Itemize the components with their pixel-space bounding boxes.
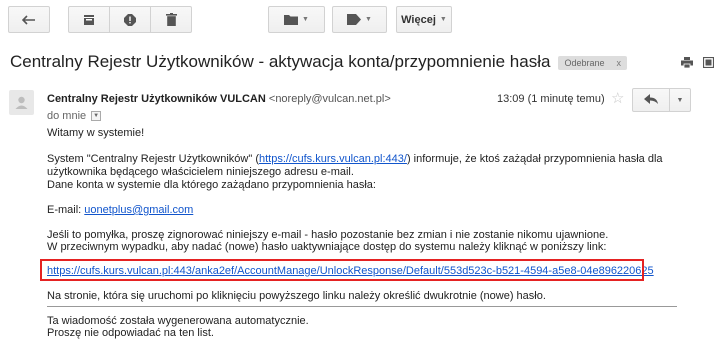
more-button[interactable]: Więcej ▼ xyxy=(396,6,452,33)
reply-button[interactable] xyxy=(632,88,670,112)
more-actions-button[interactable]: ▼ xyxy=(669,88,691,112)
signature-divider xyxy=(47,306,677,307)
archive-icon xyxy=(83,14,95,26)
archive-button[interactable] xyxy=(68,6,110,33)
account-email-line: E-mail: uonetplus@gmail.com xyxy=(47,204,193,216)
footer-line-2: Proszę nie odpowiadać na ten list. xyxy=(47,327,214,339)
sender-line: Centralny Rejestr Użytkowników VULCAN <n… xyxy=(47,93,391,105)
sender-name[interactable]: Centralny Rejestr Użytkowników VULCAN xyxy=(47,93,266,105)
back-button[interactable] xyxy=(8,6,50,33)
sender-email: <noreply@vulcan.net.pl> xyxy=(268,93,391,105)
label-tag-icon xyxy=(347,14,362,25)
remove-label-icon[interactable]: x xyxy=(616,58,621,68)
body-paragraph-1-line-3: Dane konta w systemie dla którego zażąda… xyxy=(47,179,376,191)
body-paragraph-1-line-1: System "Centralny Rejestr Użytkowników" … xyxy=(47,153,663,165)
trash-icon xyxy=(165,13,177,26)
p1-suffix: ) informuje, że ktoś zażądał przypomnien… xyxy=(406,153,663,165)
folder-icon xyxy=(284,14,299,25)
body-paragraph-1-line-2: użytkownika będącego właścicielem niniej… xyxy=(47,166,354,178)
footer-line-1: Ta wiadomość została wygenerowana automa… xyxy=(47,315,309,327)
labels-button[interactable]: ▼ xyxy=(332,6,387,33)
inbox-label-chip: Odebrane x xyxy=(558,56,627,70)
recipient-text: do mnie xyxy=(47,110,87,122)
person-icon xyxy=(15,96,28,109)
chevron-down-icon: ▼ xyxy=(365,16,372,23)
highlight-box xyxy=(40,259,644,281)
sender-avatar xyxy=(9,90,34,115)
email-subject: Centralny Rejestr Użytkowników - aktywac… xyxy=(10,52,551,71)
chevron-down-icon: ▼ xyxy=(302,16,309,23)
body-paragraph-3: Na stronie, która się uruchomi po klikni… xyxy=(47,290,546,302)
star-icon[interactable]: ☆ xyxy=(611,89,624,107)
system-link[interactable]: https://cufs.kurs.vulcan.pl:443/ xyxy=(259,153,407,165)
move-to-button[interactable]: ▼ xyxy=(268,6,325,33)
subject-row: Centralny Rejestr Użytkowników - aktywac… xyxy=(10,50,715,74)
p1-prefix: System "Centralny Rejestr Użytkowników" … xyxy=(47,153,259,165)
delete-button[interactable] xyxy=(150,6,192,33)
new-window-icon[interactable] xyxy=(702,55,715,73)
print-icon[interactable] xyxy=(681,55,693,73)
report-spam-button[interactable] xyxy=(109,6,151,33)
chevron-down-icon: ▼ xyxy=(439,16,447,23)
greeting: Witamy w systemie! xyxy=(47,127,145,139)
account-email-link[interactable]: uonetplus@gmail.com xyxy=(84,204,193,216)
back-arrow-icon xyxy=(22,14,36,25)
spam-icon xyxy=(124,13,136,26)
inbox-label-text: Odebrane xyxy=(564,58,605,68)
reply-icon xyxy=(644,91,658,109)
chevron-down-icon: ▼ xyxy=(676,96,684,104)
more-label: Więcej xyxy=(401,13,436,26)
email-label: E-mail: xyxy=(47,204,85,216)
subject-actions xyxy=(681,55,715,73)
email-timestamp: 13:09 (1 minutę temu) xyxy=(497,93,605,105)
body-paragraph-2-line-1: Jeśli to pomyłka, proszę zignorować nini… xyxy=(47,229,609,241)
toolbar: ▼ ▼ Więcej ▼ xyxy=(0,0,724,36)
body-paragraph-2-line-2: W przeciwnym wypadku, aby nadać (nowe) h… xyxy=(47,241,607,253)
recipient-line: do mnie ▼ xyxy=(47,110,102,122)
details-dropdown-icon[interactable]: ▼ xyxy=(91,111,102,121)
